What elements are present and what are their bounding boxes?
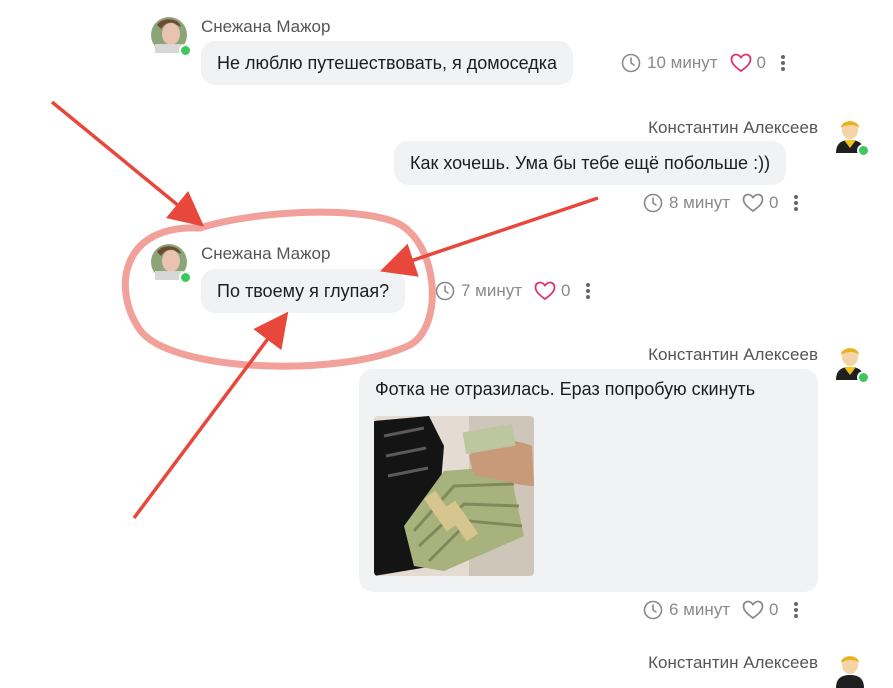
more-vertical-icon[interactable] — [793, 601, 799, 619]
message-author[interactable]: Снежана Мажор — [201, 17, 330, 37]
like-count: 0 — [756, 53, 766, 72]
heart-icon[interactable] — [742, 600, 764, 620]
online-indicator — [179, 271, 192, 284]
clock-icon — [435, 281, 455, 301]
avatar-snezhana[interactable] — [151, 17, 192, 57]
clock-icon — [643, 600, 663, 620]
message-author[interactable]: Константин Алексеев — [648, 118, 818, 138]
clock-icon — [621, 53, 641, 73]
message-bubble: По твоему я глупая? — [201, 269, 406, 313]
user-avatar-icon — [836, 656, 864, 688]
annotation-arrow-2 — [380, 196, 599, 277]
photo-shoe-money-image — [374, 416, 534, 576]
message-author[interactable]: Снежана Мажор — [201, 244, 330, 264]
more-vertical-icon[interactable] — [585, 282, 591, 300]
message-photo[interactable] — [374, 416, 534, 576]
avatar-konstantin[interactable] — [832, 115, 870, 157]
clock-icon — [643, 193, 663, 213]
message-meta: 7 минут 0 — [435, 281, 591, 301]
like-count: 0 — [561, 281, 571, 300]
message-bubble: Как хочешь. Ума бы тебе ещё побольше :)) — [394, 141, 787, 185]
message-author[interactable]: Константин Алексеев — [648, 345, 818, 365]
avatar-konstantin[interactable] — [832, 342, 870, 384]
message-time: 7 минут — [461, 281, 523, 300]
message-meta: 10 минут 0 — [621, 53, 786, 73]
message-time: 8 минут — [669, 193, 731, 212]
like-count: 0 — [769, 193, 779, 212]
message-time: 10 минут — [647, 53, 718, 72]
message-bubble-with-photo: Фотка не отразилась. Ераз попробую скину… — [359, 369, 818, 592]
online-indicator — [857, 144, 870, 157]
annotation-arrow-1 — [50, 100, 205, 227]
heart-icon[interactable] — [534, 281, 556, 301]
more-vertical-icon[interactable] — [793, 194, 799, 212]
message-author[interactable]: Константин Алексеев — [648, 653, 818, 673]
message-bubble: Не люблю путешествовать, я домоседка — [201, 41, 574, 85]
heart-icon[interactable] — [742, 193, 764, 213]
message-meta: 8 минут 0 — [643, 193, 799, 213]
message-time: 6 минут — [669, 600, 731, 619]
avatar-konstantin[interactable] — [832, 650, 868, 688]
more-vertical-icon[interactable] — [780, 54, 786, 72]
avatar-snezhana[interactable] — [151, 244, 192, 284]
annotation-arrow-3 — [132, 311, 289, 520]
heart-icon[interactable] — [730, 53, 752, 73]
message-text: Фотка не отразилась. Ераз попробую скину… — [375, 379, 756, 399]
online-indicator — [179, 44, 192, 57]
online-indicator — [857, 371, 870, 384]
message-meta: 6 минут 0 — [643, 600, 799, 620]
like-count: 0 — [769, 600, 779, 619]
